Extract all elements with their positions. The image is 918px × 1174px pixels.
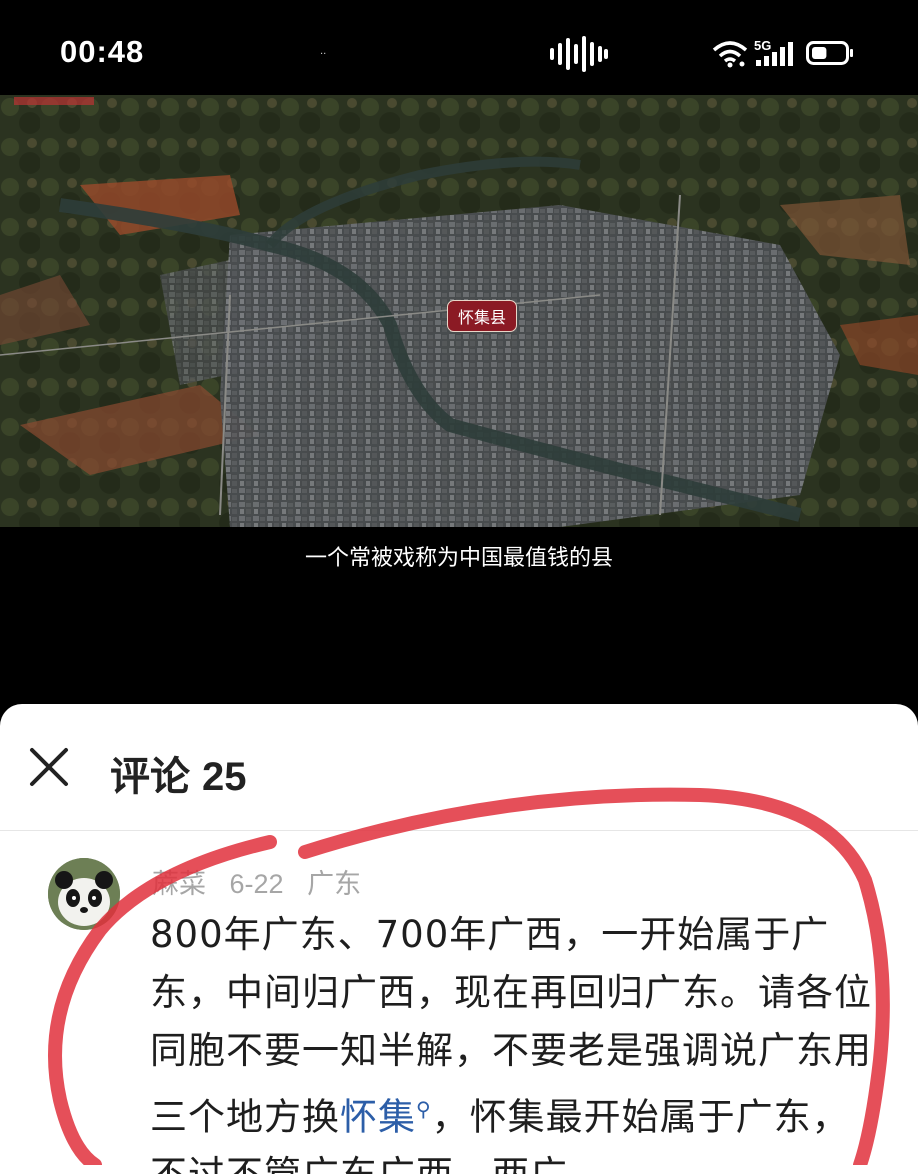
map-location-label: 怀集县 [447, 300, 518, 332]
status-bar: 00:48 .. 5G [0, 0, 918, 95]
comment-location: 广东 [307, 869, 362, 899]
battery-icon [806, 41, 853, 65]
panda-avatar-icon [48, 858, 120, 930]
comments-title: 评论 25 [110, 744, 259, 802]
status-notification-dot: .. [320, 46, 327, 57]
comment-date: 6-22 [229, 869, 284, 899]
video-player[interactable]: 怀集县 [0, 95, 918, 527]
comment-meta: 蔴菜 6-22 广东 [152, 862, 377, 901]
comments-title-label: 评论 [110, 755, 190, 799]
video-logo-mark [14, 97, 94, 105]
comment-author[interactable]: 蔴菜 [152, 869, 206, 899]
comments-panel: 评论 25 蔴菜 6-22 广东 800年广东、700年广西，一开始属于广东，中间… [0, 704, 918, 1174]
search-icon[interactable]: ⚲ [416, 1080, 432, 1138]
video-caption: 一个常被戏称为中国最值钱的县 [304, 546, 613, 571]
status-time: 00:48 [60, 34, 145, 69]
wifi-icon [712, 41, 748, 68]
comment-text[interactable]: 800年广东、700年广西，一开始属于广东，中间归广西，现在再回归广东。请各位同… [150, 906, 880, 1174]
divider [0, 830, 918, 831]
avatar[interactable] [48, 858, 120, 930]
comments-count: 25 [202, 755, 247, 799]
signal-strength-icon [756, 42, 793, 66]
audio-wave-icon [550, 36, 608, 72]
close-icon[interactable] [24, 742, 74, 792]
comment-keyword-link[interactable]: 怀集 [340, 1095, 416, 1138]
